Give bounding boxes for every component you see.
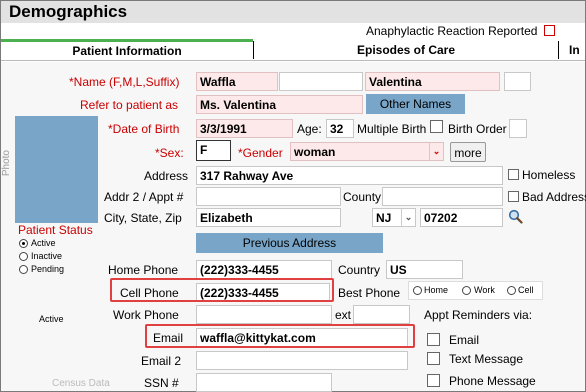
multiple-birth-checkbox[interactable] — [430, 120, 443, 133]
name-label: *Name (F,M,L,Suffix) — [69, 75, 180, 89]
status-pending-radio[interactable] — [19, 265, 28, 274]
reminder-text-label: Text Message — [449, 352, 524, 366]
dob-label: *Date of Birth — [108, 122, 180, 136]
gender-select[interactable]: woman ⌄ — [290, 142, 444, 161]
page-title: Demographics — [9, 2, 128, 21]
email2-label: Email 2 — [141, 354, 182, 368]
address-field[interactable]: 317 Rahway Ave — [196, 166, 503, 185]
chevron-down-icon[interactable]: ⌄ — [401, 209, 415, 226]
search-icon[interactable] — [508, 209, 523, 224]
age-field[interactable]: 32 — [326, 119, 354, 138]
best-phone-work-label: Work — [474, 285, 495, 295]
anaphylactic-label: Anaphylactic Reaction Reported — [366, 24, 538, 38]
suffix-field[interactable] — [504, 72, 531, 91]
status-inactive-radio[interactable] — [19, 252, 28, 261]
email2-field[interactable] — [196, 351, 408, 370]
city-field[interactable]: Elizabeth — [196, 208, 341, 227]
birth-order-label: Birth Order — [448, 122, 507, 136]
best-phone-cell-radio[interactable] — [507, 286, 516, 295]
state-value: NJ — [376, 211, 392, 225]
best-phone-home-radio[interactable] — [413, 286, 422, 295]
dob-field[interactable]: 3/3/1991 — [196, 119, 293, 138]
ext-field[interactable] — [353, 305, 410, 324]
first-name-field[interactable]: Waffla — [196, 72, 278, 91]
reminder-email-checkbox[interactable] — [427, 333, 440, 346]
title-bar: Demographics — [1, 1, 585, 23]
homeless-label: Homeless — [522, 168, 576, 182]
reminder-phone-checkbox[interactable] — [427, 374, 440, 387]
reminder-email-label: Email — [449, 333, 480, 347]
other-names-button[interactable]: Other Names — [366, 94, 465, 114]
county-label: County — [343, 190, 382, 204]
refer-field[interactable]: Ms. Valentina — [196, 95, 363, 114]
bad-address-label: Bad Address — [522, 190, 586, 204]
census-data-label: Census Data — [52, 378, 110, 389]
birth-order-field[interactable] — [509, 119, 527, 138]
reminder-phone-label: Phone Message — [449, 374, 536, 388]
anaphylactic-checkbox[interactable] — [544, 25, 555, 36]
addr2-field[interactable] — [196, 187, 341, 206]
patient-photo[interactable] — [15, 116, 98, 223]
status-pending-label: Pending — [31, 264, 65, 274]
tab-divider — [558, 41, 559, 59]
gender-label: *Gender — [238, 146, 283, 160]
tab-episodes-of-care[interactable]: Episodes of Care — [254, 39, 558, 61]
multiple-birth-label: Multiple Birth — [357, 122, 427, 136]
age-label: Age: — [297, 122, 322, 136]
zip-field[interactable]: 07202 — [420, 208, 503, 227]
work-phone-field[interactable] — [196, 305, 332, 324]
bad-address-checkbox[interactable] — [508, 191, 519, 202]
patient-status-title: Patient Status — [18, 223, 93, 237]
ssn-label: SSN # — [144, 376, 179, 390]
work-phone-label: Work Phone — [113, 308, 179, 322]
city-state-zip-label: City, State, Zip — [104, 211, 182, 225]
ext-label: ext — [335, 308, 352, 322]
status-active-label: Active — [31, 238, 56, 248]
best-phone-work-radio[interactable] — [462, 286, 471, 295]
addr2-label: Addr 2 / Appt # — [104, 190, 184, 204]
best-phone-home-label: Home — [424, 285, 449, 295]
sex-label: *Sex: — [155, 146, 184, 160]
photo-label: Photo — [1, 150, 12, 177]
status-active-radio[interactable] — [19, 239, 28, 248]
home-phone-label: Home Phone — [108, 263, 179, 277]
chevron-down-icon[interactable]: ⌄ — [429, 143, 443, 160]
appt-reminders-label: Appt Reminders via: — [424, 308, 533, 322]
refer-label: Refer to patient as — [80, 98, 179, 112]
best-phone-label: Best Phone — [338, 286, 401, 300]
sex-field[interactable]: F — [196, 140, 231, 161]
reminder-text-checkbox[interactable] — [427, 352, 440, 365]
tab-bar: Patient Information Episodes of Care In — [1, 39, 585, 61]
ssn-field[interactable] — [196, 373, 332, 392]
last-name-field[interactable]: Valentina — [365, 72, 500, 91]
best-phone-cell-label: Cell — [518, 285, 534, 295]
home-phone-field[interactable]: (222)333-4455 — [196, 260, 332, 279]
state-select[interactable]: NJ ⌄ — [372, 208, 416, 227]
more-button[interactable]: more — [450, 142, 486, 162]
address-label: Address — [144, 169, 189, 183]
tab-in[interactable]: In — [569, 39, 586, 61]
middle-name-field[interactable] — [279, 72, 363, 91]
status-inactive-label: Inactive — [31, 251, 63, 261]
email-highlight — [145, 324, 415, 348]
previous-address-button[interactable]: Previous Address — [196, 233, 383, 253]
cell-phone-highlight — [110, 278, 334, 302]
gender-value: woman — [294, 145, 336, 159]
current-status-text: Active — [39, 314, 64, 324]
homeless-checkbox[interactable] — [508, 169, 519, 180]
country-field[interactable]: US — [386, 260, 463, 279]
county-field[interactable] — [382, 187, 503, 206]
tab-patient-information[interactable]: Patient Information — [1, 39, 253, 61]
country-label: Country — [338, 263, 381, 277]
